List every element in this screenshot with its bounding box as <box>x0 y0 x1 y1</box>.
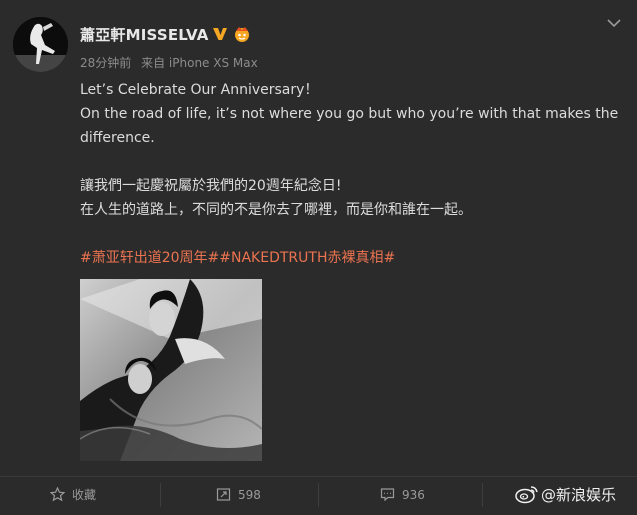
star-icon <box>50 487 65 502</box>
watermark-text: @新浪娱乐 <box>541 486 617 504</box>
repost-icon <box>216 488 231 501</box>
post-meta: 28分钟前 来自 iPhone XS Max <box>80 54 258 71</box>
text-line-4: 在人生的道路上，不同的不是你去了哪裡，而是你和誰在一起。 <box>80 202 472 218</box>
verified-v-icon <box>213 28 227 40</box>
hashtag-links[interactable]: #萧亚轩出道20周年##NAKEDTRUTH赤裸真相# <box>80 246 620 270</box>
comment-icon <box>380 488 395 502</box>
divider <box>318 483 319 507</box>
text-line-1: Let’s Celebrate Our Anniversary！ <box>80 82 319 98</box>
weibo-logo-icon <box>515 486 538 504</box>
author-name[interactable]: 蕭亞軒MISSELVA <box>80 24 209 45</box>
text-line-2: On the road of life, it’s not where you … <box>80 106 619 146</box>
watermark: @新浪娱乐 <box>515 482 635 508</box>
divider <box>160 483 161 507</box>
weibo-post: 蕭亞軒MISSELVA 28分钟前 来自 iPhone XS Max Let’s… <box>0 0 637 514</box>
divider <box>482 483 483 507</box>
avatar-image <box>13 17 68 72</box>
text-line-3: 讓我們一起慶祝屬於我們的20週年紀念日! <box>80 178 342 194</box>
avatar[interactable] <box>13 17 68 72</box>
comment-count: 936 <box>402 488 425 502</box>
post-text: Let’s Celebrate Our Anniversary！ On the … <box>80 78 620 270</box>
vip-crown-icon[interactable] <box>232 24 252 44</box>
photo-icon <box>80 279 262 461</box>
post-source: 来自 iPhone XS Max <box>141 56 258 70</box>
post-time[interactable]: 28分钟前 <box>80 56 131 70</box>
chevron-down-icon[interactable] <box>607 18 621 28</box>
post-photo[interactable] <box>80 279 262 461</box>
repost-count: 598 <box>238 488 261 502</box>
favorite-label: 收藏 <box>72 488 97 502</box>
